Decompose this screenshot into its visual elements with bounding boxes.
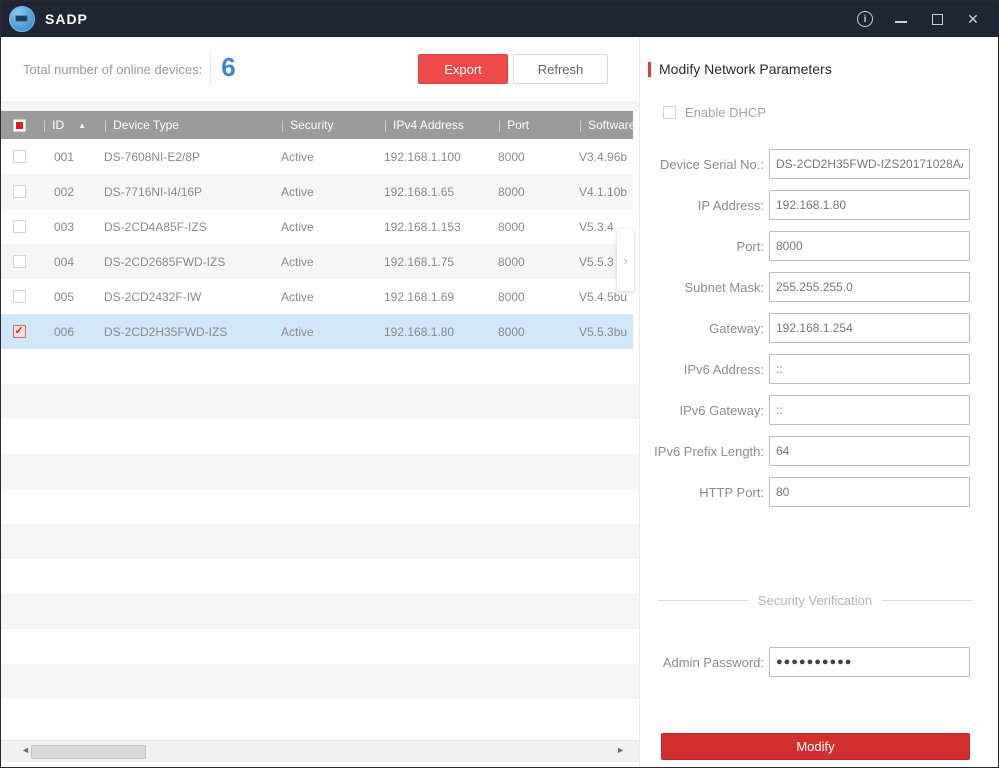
scrollbar-thumb[interactable] [31,745,146,759]
port-input[interactable] [769,231,970,261]
row-checkbox[interactable] [13,220,26,233]
accent-bar [648,62,651,77]
table-row-selected[interactable]: 006 DS-2CD2H35FWD-IZS Active 192.168.1.8… [1,314,633,349]
table-row[interactable]: 003 DS-2CD4A85F-IZS Active 192.168.1.153… [1,209,633,244]
horizontal-scrollbar[interactable]: ◄ ► [1,740,639,762]
column-header-ipv4[interactable]: |IPv4 Address [376,118,491,132]
maximize-icon[interactable] [926,8,948,30]
table-row[interactable]: 001 DS-7608NI-E2/8P Active 192.168.1.100… [1,139,633,174]
gateway-input[interactable] [769,313,970,343]
app-title: SADP [45,11,88,27]
field-label: IPv6 Prefix Length: [640,444,764,459]
titlebar: SADP i ✕ [1,1,998,37]
table-row[interactable]: 005 DS-2CD2432F-IW Active 192.168.1.69 8… [1,279,633,314]
field-label: IPv6 Address: [640,362,764,377]
field-label: Port: [640,239,764,254]
divider [1,101,639,111]
field-label: IPv6 Gateway: [640,403,764,418]
panel-title: Modify Network Parameters [659,61,832,77]
empty-row [1,454,639,489]
empty-row [1,664,639,699]
divider [210,52,211,86]
table-row[interactable]: 004 DS-2CD2685FWD-IZS Active 192.168.1.7… [1,244,633,279]
enable-dhcp-label: Enable DHCP [685,105,766,120]
row-checkbox-checked[interactable] [13,325,26,338]
empty-row [1,559,639,594]
admin-password-label: Admin Password: [640,655,764,670]
empty-row [1,489,639,524]
admin-password-input[interactable] [769,647,970,677]
modify-network-panel: Modify Network Parameters Enable DHCP De… [639,37,999,767]
empty-row [1,349,639,384]
row-checkbox[interactable] [13,255,26,268]
export-button[interactable]: Export [418,54,508,84]
http-port-input[interactable] [769,477,970,507]
column-header-security[interactable]: |Security [271,118,376,132]
row-checkbox[interactable] [13,150,26,163]
info-icon[interactable]: i [854,8,876,30]
row-checkbox[interactable] [13,290,26,303]
toolbar: Total number of online devices: 6 Export… [1,37,639,101]
subnet-mask-input[interactable] [769,272,970,302]
scroll-right-arrow-icon[interactable]: ► [616,745,625,755]
empty-row [1,629,639,664]
field-label: Subnet Mask: [640,280,764,295]
ipv6-gateway-input[interactable] [769,395,970,425]
refresh-button[interactable]: Refresh [513,54,608,84]
field-label: Device Serial No.: [640,157,764,172]
table-row[interactable]: 002 DS-7716NI-I4/16P Active 192.168.1.65… [1,174,633,209]
field-label: Gateway: [640,321,764,336]
panel-collapse-handle[interactable]: › [617,229,634,291]
sort-asc-icon[interactable]: ▲ [78,121,86,130]
sadp-logo-icon [9,6,35,32]
security-verification-divider: Security Verification [658,593,972,608]
scroll-left-arrow-icon[interactable]: ◄ [21,745,30,755]
minimize-icon[interactable] [890,8,912,30]
ipv6-prefix-length-input[interactable] [769,436,970,466]
network-parameters-form: Device Serial No.: IP Address: Port: Sub… [640,149,999,518]
empty-row [1,419,639,454]
empty-row [1,524,639,559]
column-header-port[interactable]: |Port [491,118,573,132]
device-list-region: Total number of online devices: 6 Export… [1,37,639,767]
column-header-device-type[interactable]: |Device Type [96,118,271,132]
row-checkbox[interactable] [13,185,26,198]
total-devices-label: Total number of online devices: [23,62,202,77]
modify-button[interactable]: Modify [661,733,970,760]
select-all-checkbox[interactable] [13,119,26,132]
ipv6-address-input[interactable] [769,354,970,384]
column-header-software[interactable]: |Software [573,118,633,132]
enable-dhcp-checkbox[interactable] [663,106,676,119]
empty-row [1,594,639,629]
security-verification-label: Security Verification [758,593,872,608]
sadp-window: SADP i ✕ Total number of online devices:… [0,0,999,768]
table-header: | ID ▲ |Device Type |Security |IPv4 Addr… [1,111,633,139]
ip-address-input[interactable] [769,190,970,220]
empty-row [1,384,639,419]
device-serial-input[interactable] [769,149,970,179]
close-icon[interactable]: ✕ [962,8,984,30]
total-devices-count: 6 [221,52,235,83]
field-label: IP Address: [640,198,764,213]
field-label: HTTP Port: [640,485,764,500]
column-header-id[interactable]: | ID ▲ [37,118,96,132]
